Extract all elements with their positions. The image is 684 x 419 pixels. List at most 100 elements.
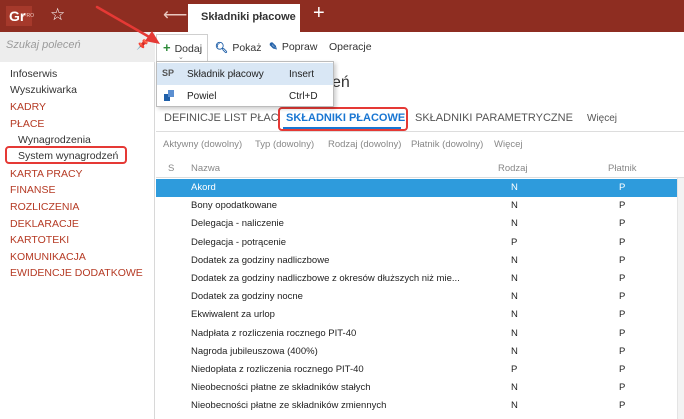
table-row[interactable]: Nieobecności płatne ze składników zmienn…	[156, 397, 684, 415]
filter-typ[interactable]: Typ (dowolny)	[255, 139, 314, 150]
sidebar-item-rozliczenia[interactable]: ROZLICZENIA	[10, 201, 79, 213]
cell-nazwa: Akord	[191, 182, 216, 193]
sidebar-item-finanse[interactable]: FINANSE	[10, 184, 56, 196]
star-icon[interactable]: ☆	[50, 5, 65, 25]
cell-rodzaj: N	[511, 327, 518, 339]
cell-rodzaj: N	[511, 182, 518, 193]
menu-item-label: Składnik płacowy	[187, 69, 264, 80]
sidebar-item-infoserwis[interactable]: Infoserwis	[10, 68, 57, 80]
cell-nazwa: Dodatek za godziny nocne	[191, 291, 303, 303]
column-header-nazwa[interactable]: Nazwa	[191, 163, 220, 174]
new-tab-plus-icon[interactable]: +	[313, 2, 325, 25]
sidebar-item-ewidencje-dodatkowe[interactable]: EWIDENCJE DODATKOWE	[10, 267, 143, 279]
vertical-scrollbar[interactable]	[677, 178, 684, 419]
cell-rodzaj: P	[511, 364, 518, 375]
cell-rodzaj: P	[511, 236, 518, 248]
column-header-platnik[interactable]: Płatnik	[608, 163, 637, 174]
menu-item-shortcut: Insert	[289, 69, 315, 80]
cell-rodzaj: N	[511, 218, 518, 230]
edit-button[interactable]: ✎ Popraw	[269, 41, 317, 53]
cell-platnik: P	[619, 382, 626, 394]
sidebar-item-wynagrodzenia[interactable]: Wynagrodzenia	[18, 134, 91, 146]
cell-nazwa: Nieobecności płatne ze składników zmienn…	[191, 400, 387, 412]
cell-rodzaj: N	[511, 382, 518, 394]
tab-skladniki-placowe[interactable]: Składniki płacowe	[188, 4, 300, 32]
tab-skladniki-parametryczne[interactable]: SKŁADNIKI PARAMETRYCZNE	[415, 112, 573, 124]
cell-platnik: P	[619, 291, 626, 303]
sidebar-item-kartoteki[interactable]: KARTOTEKI	[10, 234, 69, 246]
search-input[interactable]	[6, 39, 126, 51]
sidebar-item-karta-pracy[interactable]: KARTA PRACY	[10, 168, 83, 180]
column-header-s[interactable]: S	[168, 163, 174, 174]
title-bar: Gr PRO ☆ ⟵ Składniki płacowe +	[0, 0, 684, 32]
tab-definicje-list-plac[interactable]: DEFINICJE LIST PŁAC	[164, 112, 279, 124]
filter-aktywny[interactable]: Aktywny (dowolny)	[163, 139, 242, 150]
table-row[interactable]: Delegacja - naliczenie N P	[156, 215, 684, 233]
table-row[interactable]: Dodatek za godziny nocne N P	[156, 288, 684, 306]
cell-rodzaj: N	[511, 400, 518, 412]
highlight-annotation-sidebar	[5, 146, 127, 164]
cell-platnik: P	[619, 273, 626, 284]
sidebar-item-komunikacja[interactable]: KOMUNIKACJA	[10, 251, 86, 263]
cell-nazwa: Bony opodatkowane	[191, 200, 278, 212]
table-row[interactable]: Delegacja - potrącenie P P	[156, 234, 684, 252]
logo-edition: PRO	[23, 13, 34, 19]
tab-title: Składniki płacowe	[201, 11, 296, 23]
table-row[interactable]: Dodatek za godziny nadliczbowe N P	[156, 252, 684, 270]
cell-platnik: P	[619, 218, 626, 230]
cell-platnik: P	[619, 309, 626, 321]
table-row[interactable]: Ekwiwalent za urlop N P	[156, 306, 684, 324]
cell-platnik: P	[619, 327, 626, 339]
back-arrow-icon[interactable]: ⟵	[163, 5, 187, 25]
magnifier-icon: 🔍︎	[215, 42, 229, 54]
menu-item-powiel[interactable]: Powiel Ctrl+D	[157, 85, 333, 107]
chevron-down-icon: ⌄	[178, 54, 184, 61]
cell-nazwa: Ekwiwalent za urlop	[191, 309, 275, 321]
sidebar-item-place[interactable]: PŁACE	[10, 118, 44, 130]
show-button[interactable]: 🔍︎ Pokaż	[215, 41, 262, 54]
table-row[interactable]: Nagroda jubileuszowa (400%) N P	[156, 343, 684, 361]
table-row[interactable]: Nieobecności płatne ze składników stałyc…	[156, 379, 684, 397]
plus-icon: +	[163, 40, 171, 55]
cell-nazwa: Niedopłata z rozliczenia rocznego PIT-40	[191, 364, 364, 375]
cell-platnik: P	[619, 254, 626, 266]
filter-platnik[interactable]: Płatnik (dowolny)	[411, 139, 483, 150]
table-row[interactable]: Nadpłata z rozliczenia rocznego PIT-40 N P	[156, 325, 684, 343]
cell-nazwa: Delegacja - naliczenie	[191, 218, 284, 230]
duplicate-icon	[164, 90, 174, 101]
menu-item-skladnik-placowy[interactable]: SP Składnik płacowy Insert	[157, 63, 333, 85]
command-search: 📌	[0, 32, 155, 62]
table-header: S Nazwa Rodzaj Płatnik	[156, 160, 684, 178]
pin-icon[interactable]: 📌	[136, 40, 148, 51]
table-row[interactable]: Akord N P	[156, 179, 684, 197]
operations-menu[interactable]: Operacje	[329, 41, 372, 53]
cell-platnik: P	[619, 400, 626, 412]
filter-rodzaj[interactable]: Rodzaj (dowolny)	[328, 139, 401, 150]
table-row[interactable]: Niedopłata z rozliczenia rocznego PIT-40…	[156, 361, 684, 379]
cell-rodzaj: N	[511, 254, 518, 266]
cell-rodzaj: N	[511, 291, 518, 303]
cell-nazwa: Dodatek za godziny nadliczbowe z okresów…	[191, 273, 460, 284]
cell-rodzaj: N	[511, 309, 518, 321]
app-logo[interactable]: Gr PRO	[6, 6, 34, 26]
cell-nazwa: Nagroda jubileuszowa (400%)	[191, 345, 318, 357]
menu-item-badge: SP	[162, 68, 175, 78]
cell-platnik: P	[619, 345, 626, 357]
cell-nazwa: Delegacja - potrącenie	[191, 236, 287, 248]
cell-platnik: P	[619, 236, 626, 248]
tab-more[interactable]: Więcej	[587, 113, 617, 124]
page-title-fragment: eń	[332, 74, 350, 91]
table-row[interactable]: Dodatek za godziny nadliczbowe z okresów…	[156, 270, 684, 288]
cell-nazwa: Nieobecności płatne ze składników stałyc…	[191, 382, 371, 394]
cell-nazwa: Nadpłata z rozliczenia rocznego PIT-40	[191, 327, 357, 339]
highlight-annotation-tab	[278, 107, 408, 131]
sidebar-item-deklaracje[interactable]: DEKLARACJE	[10, 218, 79, 230]
edit-button-label: Popraw	[281, 41, 318, 53]
menu-item-shortcut: Ctrl+D	[289, 91, 318, 102]
filter-more[interactable]: Więcej	[494, 139, 523, 150]
sidebar-item-kadry[interactable]: KADRY	[10, 101, 46, 113]
column-header-rodzaj[interactable]: Rodzaj	[498, 163, 528, 174]
cell-nazwa: Dodatek za godziny nadliczbowe	[191, 254, 330, 266]
table-row[interactable]: Bony opodatkowane N P	[156, 197, 684, 215]
sidebar-item-wyszukiwarka[interactable]: Wyszukiwarka	[10, 84, 77, 96]
